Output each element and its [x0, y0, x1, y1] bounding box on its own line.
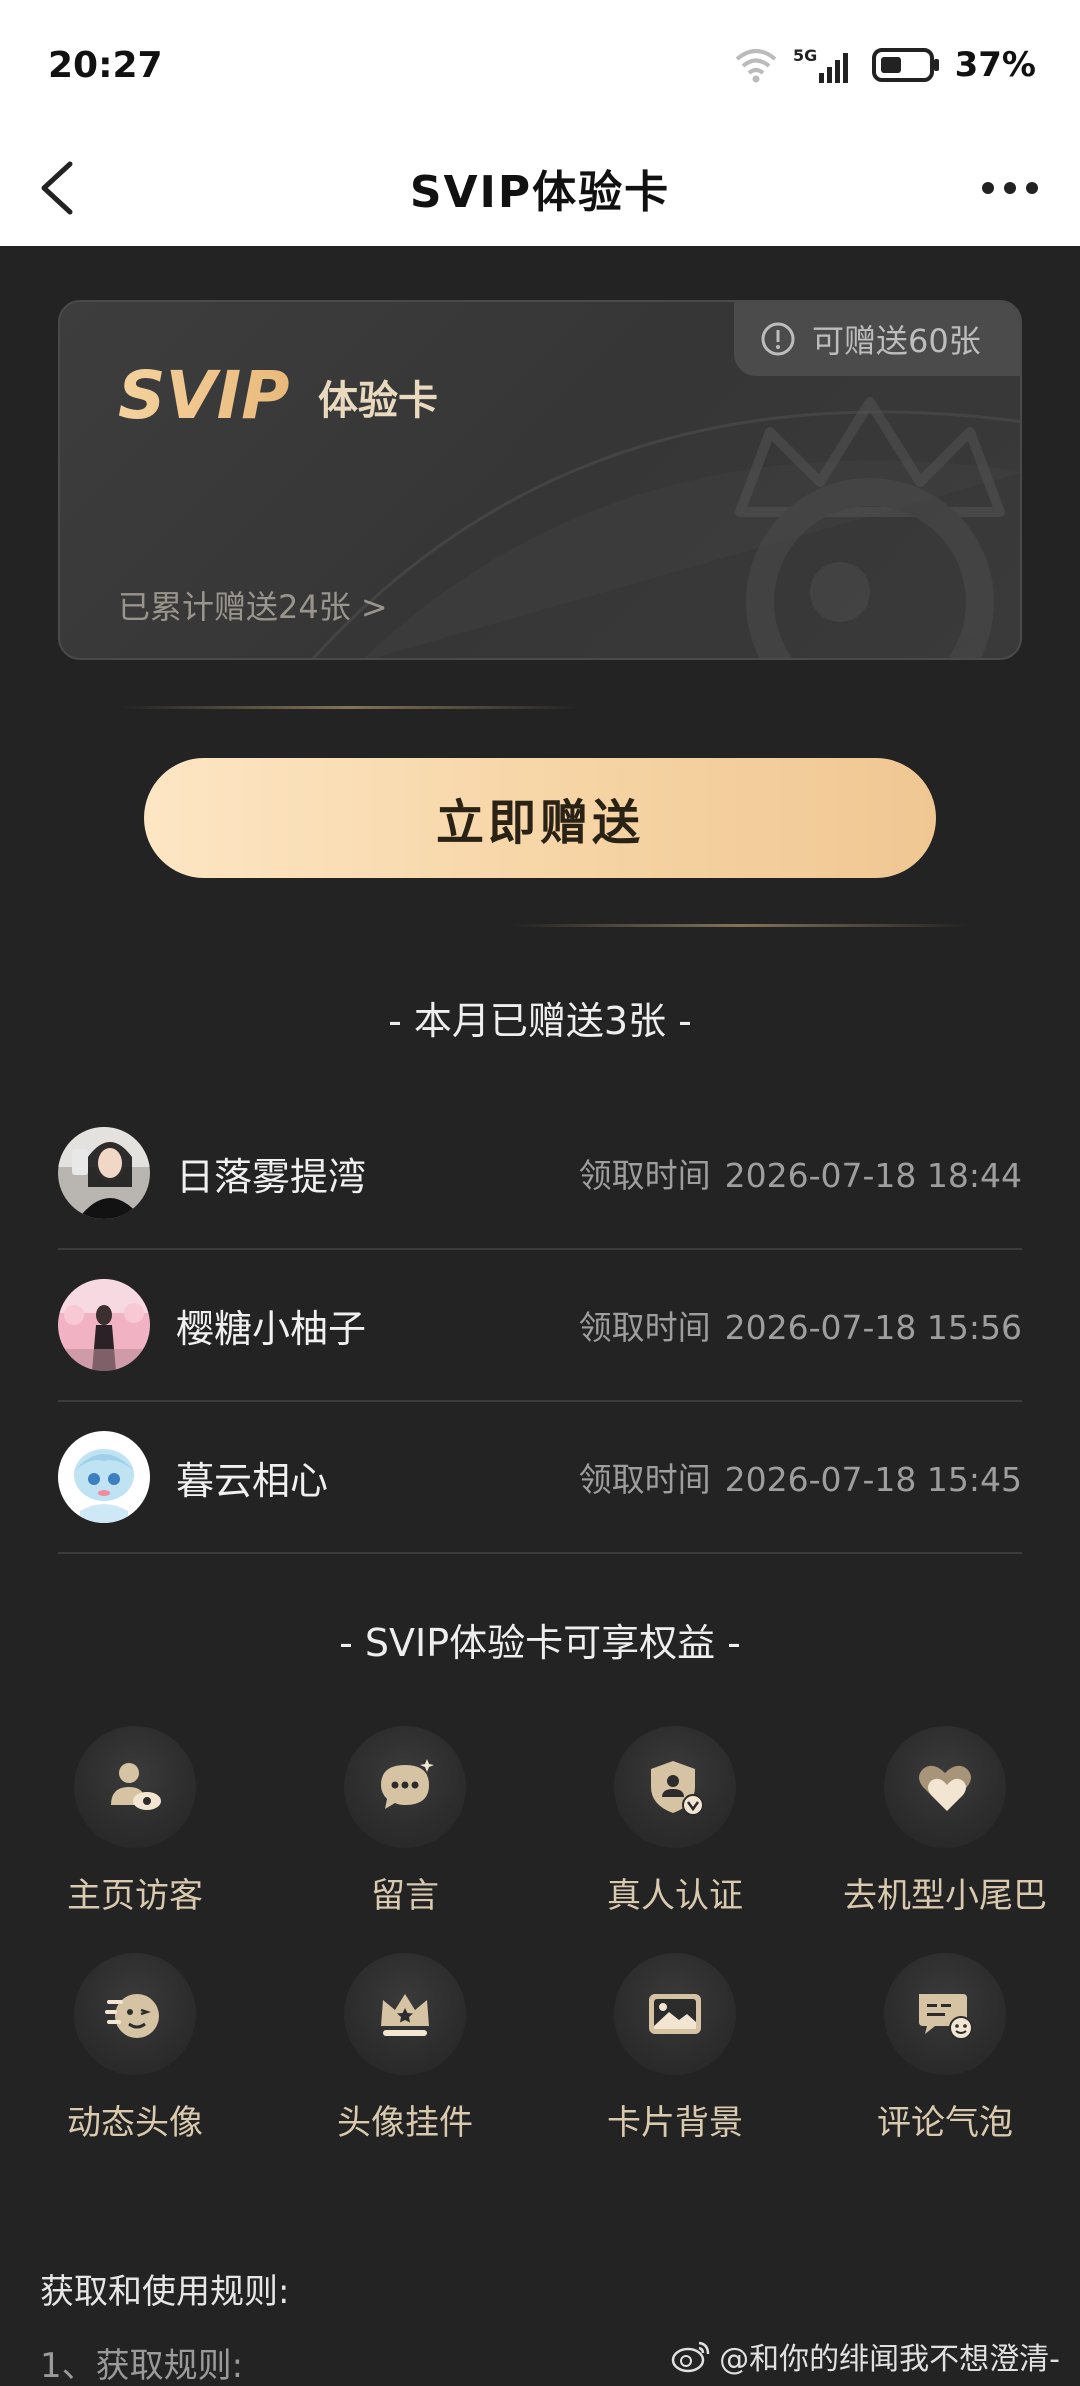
battery-percent: 37% — [954, 45, 1036, 85]
message-icon — [344, 1726, 466, 1848]
visitor-icon — [74, 1726, 196, 1848]
time-value: 2026-07-18 15:45 — [724, 1460, 1022, 1499]
record-row[interactable]: 日落雾提湾 领取时间 2026-07-18 18:44 — [58, 1098, 1022, 1250]
record-name: 暮云相心 — [176, 1458, 329, 1503]
weibo-icon — [671, 2341, 710, 2373]
chevron-left-icon — [41, 161, 73, 215]
time-label: 领取时间 — [578, 1156, 711, 1195]
record-name: 日落雾提湾 — [176, 1154, 367, 1199]
avatar — [58, 1431, 150, 1523]
page-title: SVIP体验卡 — [409, 167, 671, 218]
status-time: 20:27 — [48, 44, 163, 86]
back-button[interactable] — [30, 156, 94, 220]
benefit-visitor[interactable]: 主页访客 — [0, 1726, 270, 1917]
animated-avatar-icon — [74, 1953, 196, 2075]
record-time: 领取时间 2026-07-18 15:45 — [579, 1453, 1022, 1501]
remaining-count: 可赠送60张 — [812, 322, 981, 360]
avatar — [58, 1127, 150, 1219]
svip-card: 可赠送60张 SVIP 体验卡 已累计赠送24张 > — [58, 300, 1022, 660]
more-dot-icon — [1026, 182, 1038, 194]
battery-icon — [871, 48, 939, 82]
benefit-avatar-pendant[interactable]: 头像挂件 — [270, 1953, 540, 2144]
benefit-label: 真人认证 — [607, 1876, 743, 1916]
remaining-badge: 可赠送60张 — [734, 302, 1020, 376]
benefit-card-background[interactable]: 卡片背景 — [540, 1953, 810, 2144]
record-list: 日落雾提湾 领取时间 2026-07-18 18:44 樱糖小柚子 领取时间 202… — [58, 1098, 1022, 1554]
month-sent-heading: - 本月已赠送3张 - — [388, 999, 692, 1043]
total-sent-link[interactable]: 已累计赠送24张 > — [118, 582, 388, 628]
benefit-label: 主页访客 — [67, 1876, 203, 1916]
benefits-heading: - SVIP体验卡可享权益 - — [339, 1621, 741, 1665]
watermark-text: @和你的绯闻我不想澄清- — [719, 2342, 1060, 2377]
crown-watermark-icon — [735, 397, 1005, 658]
record-time: 领取时间 2026-07-18 15:56 — [579, 1301, 1022, 1349]
benefit-label: 动态头像 — [67, 2103, 203, 2143]
signal-icon: 5G — [793, 46, 848, 83]
benefit-verified[interactable]: 真人认证 — [540, 1726, 810, 1917]
info-icon — [761, 322, 795, 356]
more-dot-icon — [982, 182, 994, 194]
benefit-label: 卡片背景 — [607, 2103, 743, 2143]
svip-logo: SVIP — [118, 357, 290, 434]
time-label: 领取时间 — [578, 1460, 711, 1499]
more-dot-icon — [1004, 182, 1016, 194]
send-now-button[interactable]: 立即赠送 — [144, 758, 936, 878]
benefit-grid: 主页访客 留言 真人认证 去机型小尾巴 动态头像 头像挂件 卡片背景 评论气泡 — [0, 1726, 1080, 2144]
decorative-divider — [120, 706, 580, 709]
status-bar: 20:27 5G 37% — [0, 0, 1080, 130]
svip-logo-text: SVIP — [118, 357, 290, 434]
card-background-icon — [614, 1953, 736, 2075]
card-subtitle: 体验卡 — [318, 378, 438, 424]
benefit-label: 留言 — [371, 1876, 439, 1916]
benefit-animated-avatar[interactable]: 动态头像 — [0, 1953, 270, 2144]
heart-icon — [884, 1726, 1006, 1848]
time-label: 领取时间 — [578, 1308, 711, 1347]
crown-icon — [344, 1953, 466, 2075]
benefit-label: 去机型小尾巴 — [843, 1876, 1047, 1916]
more-button[interactable] — [970, 156, 1050, 220]
benefit-comment-bubble[interactable]: 评论气泡 — [810, 1953, 1080, 2144]
benefit-label: 评论气泡 — [877, 2103, 1013, 2143]
comment-bubble-icon — [884, 1953, 1006, 2075]
benefit-hide-device[interactable]: 去机型小尾巴 — [810, 1726, 1080, 1917]
benefit-label: 头像挂件 — [337, 2103, 473, 2143]
record-row[interactable]: 樱糖小柚子 领取时间 2026-07-18 15:56 — [58, 1250, 1022, 1402]
record-row[interactable]: 暮云相心 领取时间 2026-07-18 15:45 — [58, 1402, 1022, 1554]
verified-icon — [614, 1726, 736, 1848]
rules-item: 1、获取规则: — [40, 2346, 244, 2386]
wifi-icon — [735, 49, 776, 83]
time-value: 2026-07-18 18:44 — [724, 1156, 1022, 1195]
benefit-message[interactable]: 留言 — [270, 1726, 540, 1917]
record-name: 樱糖小柚子 — [176, 1306, 367, 1351]
decorative-divider — [510, 924, 970, 927]
avatar — [58, 1279, 150, 1371]
record-time: 领取时间 2026-07-18 18:44 — [579, 1149, 1022, 1197]
network-type: 5G — [793, 46, 817, 65]
weibo-watermark: @和你的绯闻我不想澄清- — [671, 2334, 1060, 2378]
time-value: 2026-07-18 15:56 — [724, 1308, 1022, 1347]
nav-bar: SVIP体验卡 — [0, 130, 1080, 246]
status-icons: 5G 37% — [733, 45, 1036, 85]
rules-title: 获取和使用规则: — [40, 2272, 290, 2312]
